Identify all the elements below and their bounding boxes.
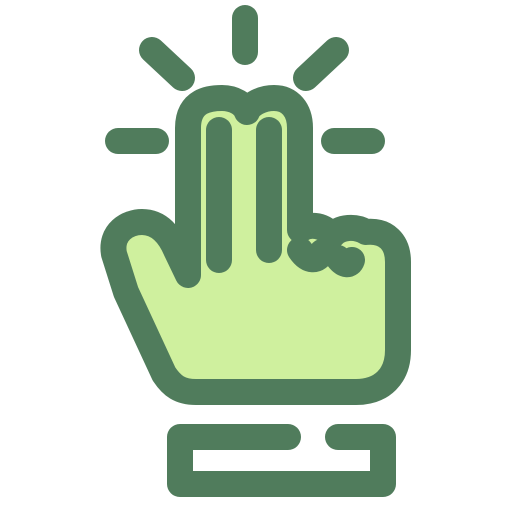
tap-line-upper-left bbox=[139, 37, 195, 91]
tap-surface-base bbox=[167, 424, 396, 497]
ring-finger-knuckle bbox=[287, 237, 335, 273]
two-finger-tap-icon bbox=[100, 5, 411, 497]
icon-canvas bbox=[0, 0, 512, 512]
tap-line-upper-right bbox=[293, 37, 349, 91]
pinky-finger-knuckle bbox=[325, 245, 365, 278]
